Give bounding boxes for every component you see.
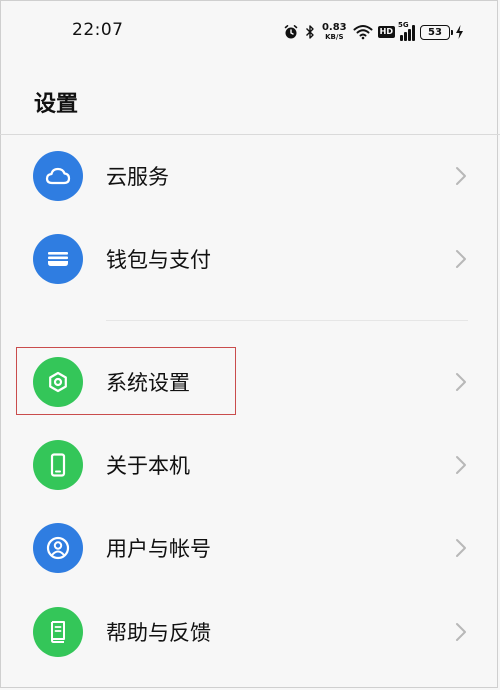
wifi-icon: [353, 24, 373, 40]
chevron-right-icon: [456, 456, 466, 474]
phone-icon: [33, 440, 83, 490]
net-speed-unit: KB/S: [325, 33, 344, 41]
status-bar: 22:07 0.83 KB/S HD 5G 53: [0, 0, 500, 64]
hd-icon: HD: [377, 26, 395, 38]
chevron-right-icon: [456, 623, 466, 641]
menu-item-label: 系统设置: [106, 371, 190, 395]
gear-icon: [33, 357, 83, 407]
network-type: 5G: [398, 21, 409, 29]
menu-item-about-phone[interactable]: 关于本机: [0, 430, 500, 500]
menu-item-users-accounts[interactable]: 用户与帐号: [0, 513, 500, 583]
menu-item-label: 云服务: [106, 165, 169, 189]
menu-item-system-settings[interactable]: 系统设置: [0, 347, 500, 417]
book-icon: [33, 607, 83, 657]
menu-item-label: 用户与帐号: [106, 537, 211, 561]
wallet-icon: [33, 234, 83, 284]
chevron-right-icon: [456, 539, 466, 557]
signal-icon: 5G: [398, 21, 415, 41]
user-icon: [33, 523, 83, 573]
status-time: 22:07: [72, 20, 124, 40]
section-divider: [106, 320, 468, 321]
bluetooth-icon: [304, 24, 316, 40]
menu-item-cloud-service[interactable]: 云服务: [0, 141, 500, 211]
menu-item-help-feedback[interactable]: 帮助与反馈: [0, 597, 500, 667]
battery-icon: 53: [420, 24, 453, 40]
page-title: 设置: [34, 92, 79, 117]
charging-icon: [455, 24, 464, 40]
chevron-right-icon: [456, 373, 466, 391]
battery-level: 53: [428, 26, 442, 38]
menu-item-label: 关于本机: [106, 454, 190, 478]
net-speed: 0.83 KB/S: [322, 23, 347, 41]
chevron-right-icon: [456, 250, 466, 268]
status-icons: 0.83 KB/S HD 5G 53: [283, 20, 464, 44]
alarm-icon: [283, 24, 299, 40]
chevron-right-icon: [456, 167, 466, 185]
header-divider: [0, 134, 500, 135]
menu-item-label: 帮助与反馈: [106, 621, 211, 645]
cloud-icon: [33, 151, 83, 201]
menu-item-wallet[interactable]: 钱包与支付: [0, 224, 500, 294]
net-speed-value: 0.83: [321, 22, 347, 33]
menu-item-label: 钱包与支付: [106, 248, 211, 272]
